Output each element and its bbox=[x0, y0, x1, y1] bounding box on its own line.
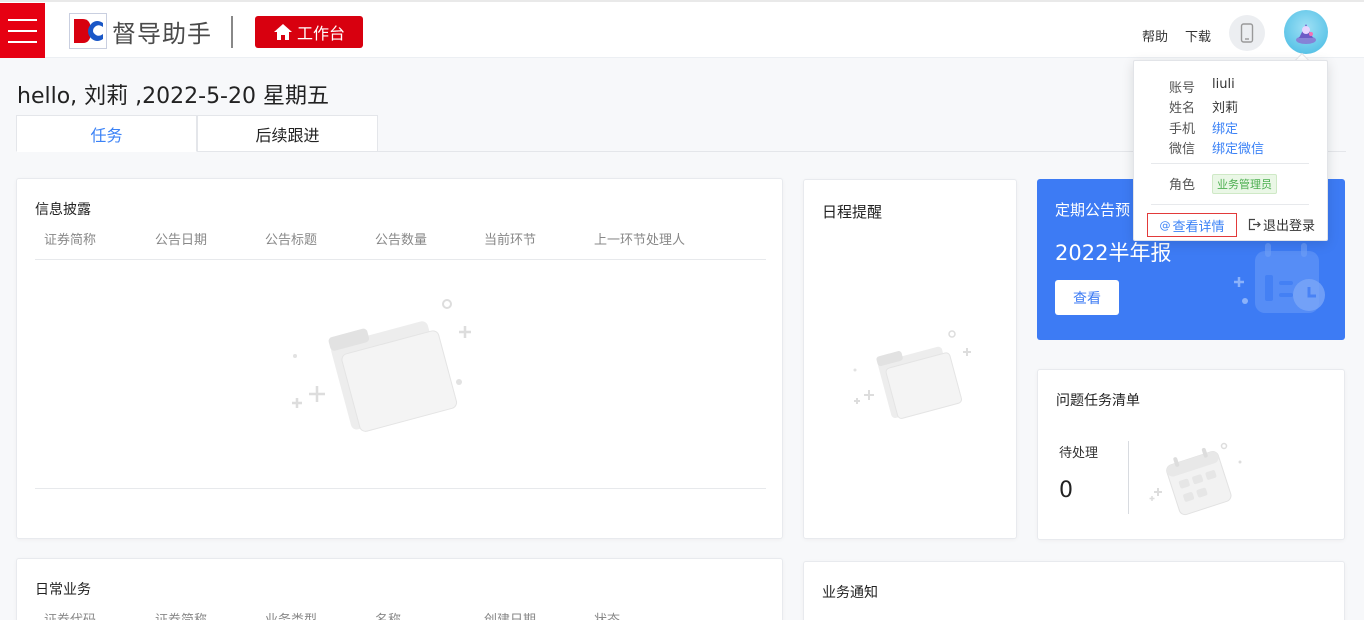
bind-phone-link[interactable]: 绑定 bbox=[1212, 118, 1238, 137]
column-header: 公告标题 bbox=[265, 233, 318, 248]
account-label: 账号 bbox=[1169, 81, 1196, 96]
column-header: 业务类型 bbox=[265, 609, 317, 620]
phone-label: 手机 bbox=[1169, 122, 1196, 137]
account-value: liuli bbox=[1212, 77, 1235, 92]
column-header: 公告数量 bbox=[375, 233, 428, 248]
detail-icon: @ bbox=[1159, 218, 1171, 232]
issues-divider bbox=[1128, 441, 1129, 514]
app-logo bbox=[69, 13, 107, 49]
tab-follow-up[interactable]: 后续跟进 bbox=[197, 115, 378, 152]
name-value: 刘莉 bbox=[1212, 101, 1239, 116]
column-header: 创建日期 bbox=[484, 609, 536, 620]
download-link[interactable]: 下载 bbox=[1185, 26, 1211, 45]
logout-button[interactable]: 退出登录 bbox=[1248, 215, 1315, 234]
daily-business-title: 日常业务 bbox=[35, 582, 91, 598]
role-label: 角色 bbox=[1169, 178, 1196, 193]
table-footer-divider bbox=[35, 488, 766, 489]
info-disclosure-title: 信息披露 bbox=[35, 202, 91, 218]
schedule-card: 日程提醒 bbox=[803, 179, 1017, 539]
empty-folder-icon bbox=[853, 330, 971, 419]
view-button[interactable]: 查看 bbox=[1055, 280, 1119, 315]
issues-card: 问题任务清单 待处理 0 bbox=[1037, 369, 1345, 540]
pending-label: 待处理 bbox=[1059, 446, 1099, 461]
view-detail-button[interactable]: @ 查看详情 bbox=[1147, 213, 1237, 237]
column-header: 证券代码 bbox=[44, 609, 96, 620]
column-header: 公告日期 bbox=[155, 233, 208, 248]
logout-label: 退出登录 bbox=[1263, 219, 1316, 234]
wechat-label: 微信 bbox=[1169, 142, 1196, 157]
column-header: 上一环节处理人 bbox=[594, 233, 686, 248]
home-icon bbox=[273, 24, 292, 40]
calendar-clock-icon bbox=[1234, 243, 1325, 313]
table-header-divider bbox=[35, 259, 766, 260]
hamburger-menu-icon[interactable] bbox=[0, 3, 45, 58]
app-title: 督导助手 bbox=[112, 20, 212, 48]
mobile-phone-icon[interactable] bbox=[1229, 15, 1265, 51]
info-disclosure-card: 信息披露 证券简称 公告日期 公告标题 公告数量 当前环节 上一环节处理人 bbox=[16, 178, 783, 539]
column-header: 证券简称 bbox=[44, 233, 97, 248]
help-link[interactable]: 帮助 bbox=[1142, 26, 1168, 45]
popup-divider bbox=[1151, 204, 1309, 205]
user-avatar[interactable] bbox=[1284, 10, 1328, 54]
calendar-icon bbox=[1149, 442, 1242, 516]
business-notice-card: 业务通知 bbox=[803, 561, 1345, 620]
top-header: 督导助手 工作台 帮助 下载 bbox=[0, 0, 1364, 58]
workbench-button[interactable]: 工作台 bbox=[255, 16, 363, 48]
view-detail-label: 查看详情 bbox=[1172, 219, 1225, 235]
greeting-text: hello, 刘莉 ,2022-5-20 星期五 bbox=[17, 84, 329, 109]
popup-divider bbox=[1151, 163, 1309, 164]
workbench-label: 工作台 bbox=[296, 24, 345, 43]
pending-count[interactable]: 0 bbox=[1059, 478, 1073, 503]
column-header: 当前环节 bbox=[484, 233, 537, 248]
header-divider bbox=[231, 16, 233, 48]
user-info-popup: 账号 liuli 姓名 刘莉 手机 绑定 微信 绑定微信 角色 业务管理员 @ … bbox=[1133, 60, 1328, 241]
business-notice-title: 业务通知 bbox=[822, 585, 878, 601]
name-label: 姓名 bbox=[1169, 101, 1196, 116]
logout-icon bbox=[1248, 218, 1261, 231]
issues-title: 问题任务清单 bbox=[1056, 393, 1140, 409]
empty-folder-icon bbox=[292, 299, 471, 432]
announcement-report: 2022半年报 bbox=[1055, 241, 1172, 265]
column-header: 状态 bbox=[594, 609, 620, 620]
column-header: 证券简称 bbox=[155, 609, 207, 620]
schedule-title: 日程提醒 bbox=[822, 203, 883, 221]
daily-business-card: 日常业务 证券代码 证券简称 业务类型 名称 创建日期 状态 bbox=[16, 558, 783, 620]
role-badge: 业务管理员 bbox=[1212, 174, 1277, 194]
bind-wechat-link[interactable]: 绑定微信 bbox=[1212, 138, 1264, 157]
column-header: 名称 bbox=[375, 609, 401, 620]
tab-tasks[interactable]: 任务 bbox=[16, 115, 197, 152]
announcement-title: 定期公告预 bbox=[1055, 201, 1131, 219]
